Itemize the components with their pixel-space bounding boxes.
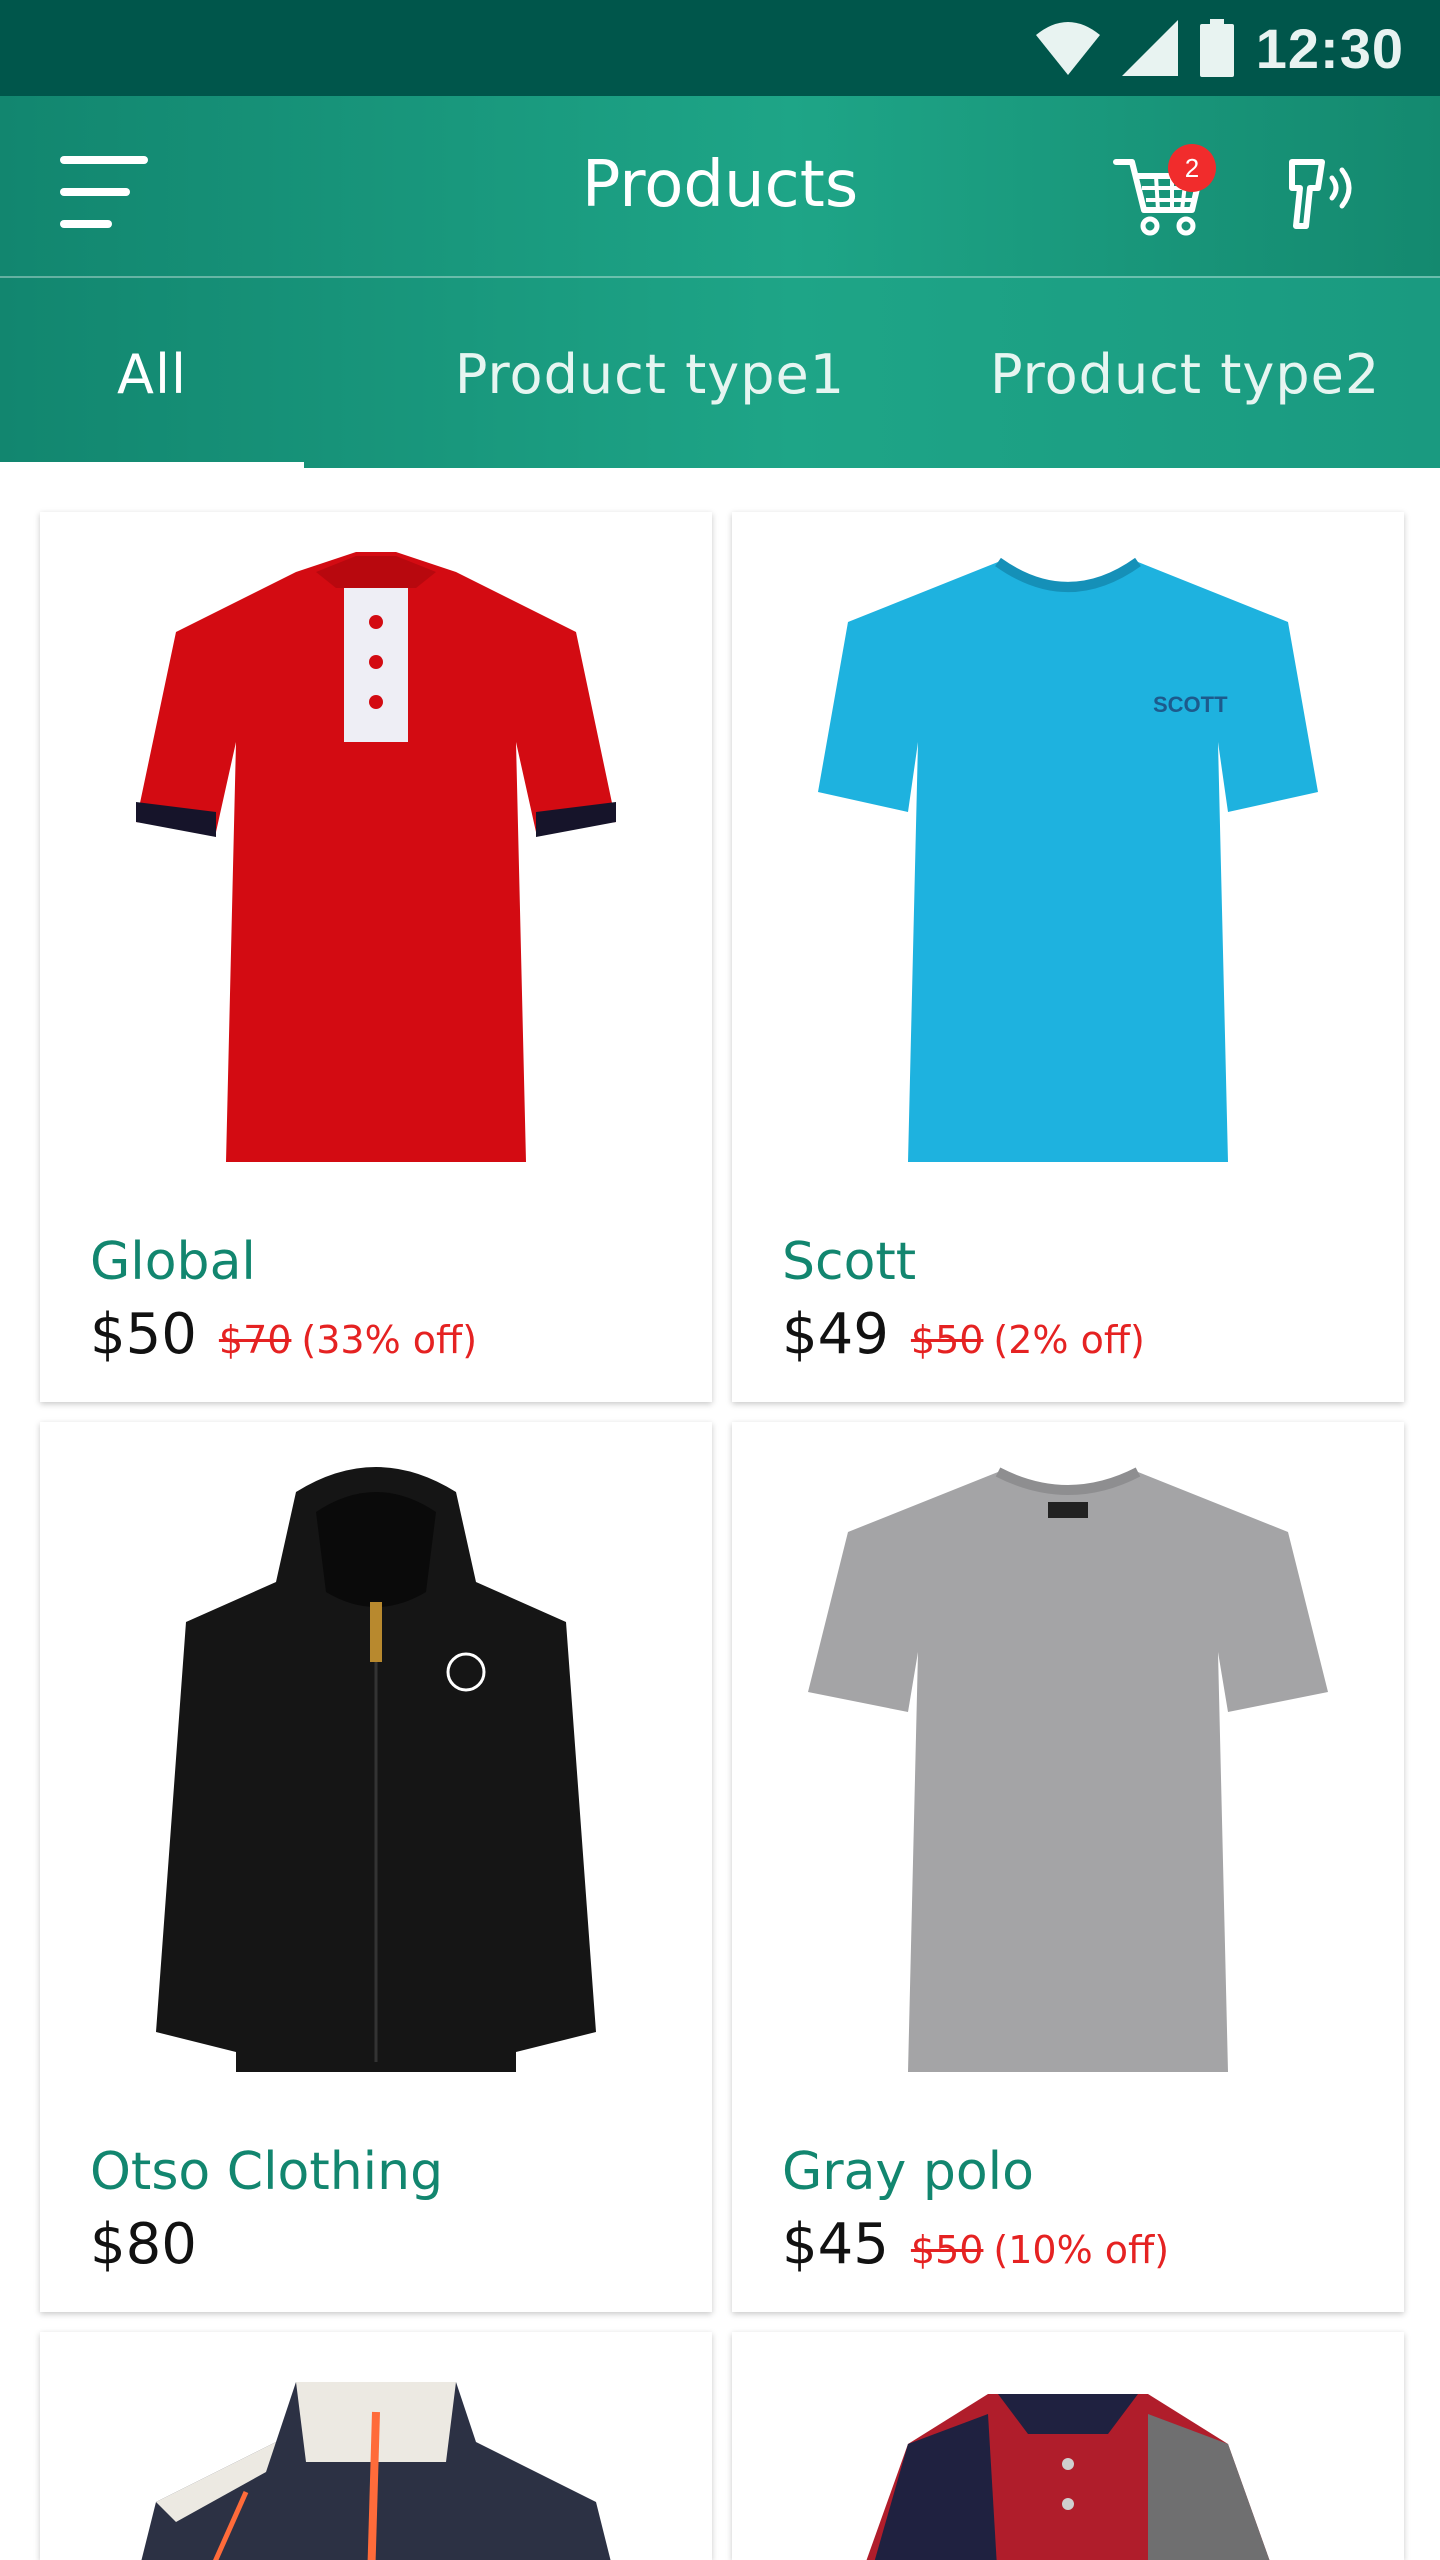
gray-tshirt-image	[732, 1422, 1404, 2122]
product-price: $80	[90, 2212, 197, 2277]
blue-tshirt-image: SCOTT	[732, 512, 1404, 1212]
category-tabs: All Product type1 Product type2	[0, 276, 1440, 470]
app-bar: Products 2	[0, 96, 1440, 276]
status-bar: 12:30	[0, 0, 1440, 96]
product-card[interactable]: Global $50 $70 (33% off)	[40, 512, 712, 1402]
original-price: $50	[910, 1318, 984, 1362]
red-navy-polo-image	[732, 2332, 1404, 2560]
red-polo-shirt-image	[40, 512, 712, 1212]
cart-button[interactable]: 2	[1112, 144, 1216, 242]
hamburger-menu-icon[interactable]	[60, 152, 156, 232]
original-price: $70	[218, 1318, 292, 1362]
original-price: $50	[910, 2228, 984, 2272]
product-name: Scott	[782, 1232, 917, 1292]
discount-label: (10% off)	[993, 2228, 1170, 2272]
product-name: Global	[90, 1232, 256, 1292]
product-name: Otso Clothing	[90, 2142, 444, 2202]
tab-product-type2[interactable]: Product type2	[990, 278, 1440, 470]
page-title: Products	[581, 148, 859, 222]
discount-label: (2% off)	[993, 1318, 1145, 1362]
svg-text:SCOTT: SCOTT	[1153, 692, 1228, 717]
price-row: $45 $50 (10% off)	[782, 2212, 1169, 2277]
product-name: Gray polo	[782, 2142, 1034, 2202]
product-price: $45	[782, 2212, 889, 2277]
product-price: $49	[782, 1302, 889, 1367]
white-navy-jacket-image	[40, 2332, 712, 2560]
price-row: $50 $70 (33% off)	[90, 1302, 477, 1367]
status-time: 12:30	[1255, 16, 1404, 80]
product-card[interactable]	[732, 2332, 1404, 2560]
product-card[interactable]: SCOTT Scott $49 $50 (2% off)	[732, 512, 1404, 1402]
discount-label: (33% off)	[301, 1318, 478, 1362]
tab-product-type1[interactable]: Product type1	[400, 278, 900, 470]
product-card[interactable]	[40, 2332, 712, 2560]
price-row: $49 $50 (2% off)	[782, 1302, 1145, 1367]
tab-all[interactable]: All	[0, 278, 304, 470]
product-card[interactable]: Otso Clothing $80	[40, 1422, 712, 2312]
black-hoodie-image	[40, 1422, 712, 2122]
wifi-icon	[1035, 22, 1100, 75]
price-row: $80	[90, 2212, 197, 2277]
scan-button[interactable]	[1284, 154, 1364, 234]
product-card[interactable]: Gray polo $45 $50 (10% off)	[732, 1422, 1404, 2312]
active-tab-indicator	[0, 462, 304, 470]
cart-count-badge: 2	[1168, 144, 1216, 192]
product-price: $50	[90, 1302, 197, 1367]
cellular-signal-icon	[1121, 20, 1178, 76]
barcode-scanner-icon	[1289, 159, 1352, 229]
battery-icon	[1199, 19, 1234, 77]
